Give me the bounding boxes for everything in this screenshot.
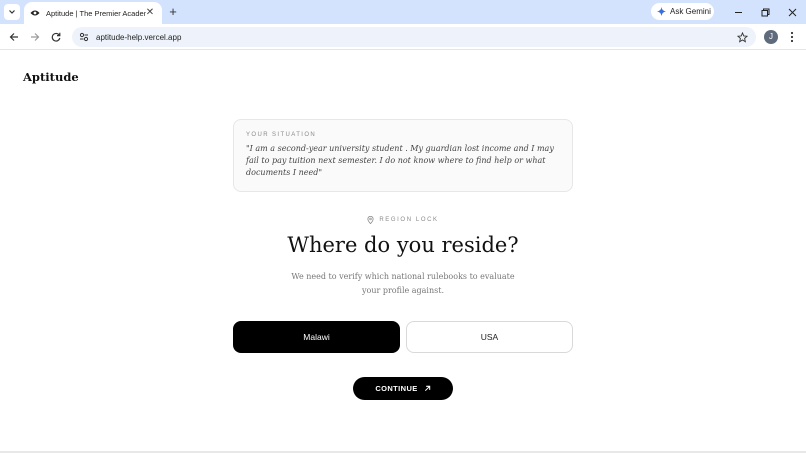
region-lock-text: REGION LOCK (379, 217, 439, 223)
location-pin-icon (367, 216, 374, 224)
more-menu-icon[interactable] (786, 30, 798, 44)
continue-button[interactable]: CONTINUE (353, 377, 453, 400)
site-settings-icon[interactable] (78, 31, 90, 43)
tab-search-menu[interactable] (4, 4, 20, 20)
browser-tab[interactable]: Aptitude | The Premier Academ ✕ (24, 2, 162, 24)
option-label: USA (480, 332, 499, 342)
option-usa-button[interactable]: USA (406, 321, 573, 353)
close-window-icon[interactable] (785, 5, 799, 19)
reload-icon[interactable] (49, 30, 63, 44)
region-lock-label: REGION LOCK (0, 216, 806, 224)
option-malawi-button[interactable]: Malawi (233, 321, 400, 353)
restore-icon[interactable] (758, 5, 772, 19)
continue-label: CONTINUE (375, 384, 418, 393)
brand-logo[interactable]: Aptitude (23, 70, 79, 84)
browser-toolbar: aptitude-help.vercel.app (0, 24, 806, 50)
browser-tab-bar: Aptitude | The Premier Academ ✕ + Ask Ge… (0, 0, 806, 24)
tab-title: Aptitude | The Premier Academ (46, 8, 146, 18)
new-tab-button[interactable]: + (166, 5, 180, 19)
situation-label: YOUR SITUATION (246, 132, 317, 138)
minimize-icon[interactable] (731, 5, 745, 19)
situation-quote: "I am a second-year university student .… (246, 144, 554, 177)
bookmark-star-icon[interactable] (735, 30, 749, 44)
situation-card: YOUR SITUATION "I am a second-year unive… (233, 119, 573, 192)
chevron-down-icon (9, 10, 15, 14)
sparkle-icon (657, 7, 666, 16)
close-icon[interactable]: ✕ (144, 7, 156, 19)
address-bar[interactable]: aptitude-help.vercel.app (72, 27, 756, 47)
arrow-up-right-icon (424, 385, 431, 392)
option-label: Malawi (303, 332, 330, 342)
page-title: Where do you reside? (287, 233, 519, 257)
page-subtitle: We need to verify which national ruleboo… (291, 272, 515, 295)
url-text: aptitude-help.vercel.app (96, 32, 182, 42)
back-arrow-icon[interactable] (7, 30, 21, 44)
eye-icon (30, 8, 40, 18)
forward-arrow-icon[interactable] (28, 30, 42, 44)
ask-gemini-button[interactable]: Ask Gemini (651, 3, 714, 20)
profile-avatar[interactable]: J (764, 30, 778, 44)
ask-gemini-label: Ask Gemini (670, 7, 711, 16)
